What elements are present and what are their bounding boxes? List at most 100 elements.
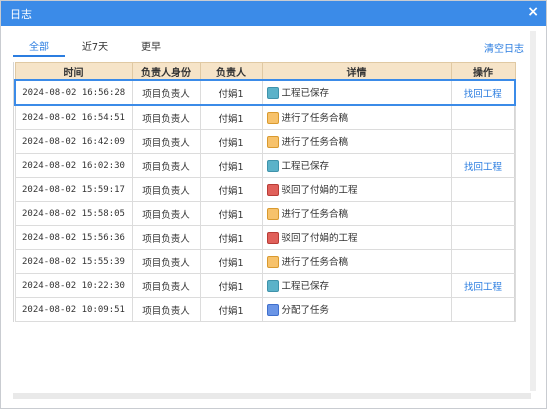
cell-person: 付娟1 (199, 129, 263, 154)
cell-role: 项目负责人 (131, 104, 201, 130)
detail-text: 进行了任务合稿 (281, 137, 349, 149)
save-icon (266, 159, 279, 172)
vertical-scrollbar[interactable] (530, 31, 536, 391)
column-header-detail: 详情 (261, 62, 452, 81)
detail-text: 工程已保存 (281, 281, 330, 293)
cell-role: 项目负责人 (131, 273, 201, 298)
table-row[interactable]: 2024-08-02 16:42:09 项目负责人 付娟1 进行了任务合稿 (14, 129, 516, 154)
cell-action (450, 297, 516, 322)
detail-text: 驳回了付娟的工程 (281, 233, 358, 245)
cell-person: 付娟1 (199, 153, 263, 178)
column-header-time: 时间 (14, 62, 133, 81)
cell-detail: 分配了任务 (261, 297, 452, 322)
cell-role: 项目负责人 (131, 129, 201, 154)
cell-detail: 驳回了付娟的工程 (261, 225, 452, 250)
detail-text: 进行了任务合稿 (281, 113, 349, 125)
cell-person: 付娟1 (199, 104, 263, 130)
cell-detail: 进行了任务合稿 (261, 249, 452, 274)
cell-time: 2024-08-02 15:55:39 (14, 249, 133, 274)
tab-label: 近7天 (81, 42, 109, 53)
cell-person: 付娟1 (199, 273, 263, 298)
cell-action: 找回工程 (450, 79, 516, 106)
log-table-container: 时间 负责人身份 负责人 详情 操作 2024-08-02 16:56:28 项目… (13, 62, 516, 322)
cell-time: 2024-08-02 10:09:51 (14, 297, 133, 322)
table-row[interactable]: 2024-08-02 16:56:28 项目负责人 付娟1 工程已保存 找回工程 (14, 79, 516, 106)
table-row[interactable]: 2024-08-02 15:59:17 项目负责人 付娟1 驳回了付娟的工程 (14, 177, 516, 202)
cell-action (450, 225, 516, 250)
cell-role: 项目负责人 (131, 153, 201, 178)
tab-label: 更早 (141, 42, 161, 53)
cell-action (450, 177, 516, 202)
cell-person: 付娟1 (199, 225, 263, 250)
cell-person: 付娟1 (199, 201, 263, 226)
detail-text: 分配了任务 (281, 305, 330, 317)
cell-action: 找回工程 (450, 273, 516, 298)
cell-role: 项目负责人 (131, 225, 201, 250)
table-header-row: 时间 负责人身份 负责人 详情 操作 (14, 62, 516, 81)
cell-time: 2024-08-02 15:59:17 (14, 177, 133, 202)
cell-action (450, 129, 516, 154)
cell-action: 找回工程 (450, 153, 516, 178)
reject-icon (266, 231, 279, 244)
detail-text: 驳回了付娟的工程 (281, 185, 358, 197)
dialog-title: 日志 (10, 8, 32, 21)
cell-detail: 进行了任务合稿 (261, 129, 452, 154)
table-row[interactable]: 2024-08-02 15:55:39 项目负责人 付娟1 进行了任务合稿 (14, 249, 516, 274)
table-row[interactable]: 2024-08-02 16:54:51 项目负责人 付娟1 进行了任务合稿 (14, 104, 516, 130)
tab-earlier[interactable]: 更早 (125, 38, 177, 53)
cell-role: 项目负责人 (131, 177, 201, 202)
recover-project-link[interactable]: 找回工程 (464, 282, 502, 293)
detail-text: 进行了任务合稿 (281, 257, 349, 269)
commit-icon (266, 255, 279, 268)
dialog-titlebar: 日志 × (1, 1, 546, 26)
table-row[interactable]: 2024-08-02 10:22:30 项目负责人 付娟1 工程已保存 找回工程 (14, 273, 516, 298)
cell-time: 2024-08-02 15:56:36 (14, 225, 133, 250)
cell-role: 项目负责人 (131, 79, 201, 106)
cell-role: 项目负责人 (131, 249, 201, 274)
horizontal-scrollbar[interactable] (13, 393, 531, 399)
log-dialog: 日志 × 全部 近7天 更早 清空日志 时间 负责人身份 负责人 详情 操作 2… (0, 0, 547, 409)
cell-person: 付娟1 (199, 177, 263, 202)
log-table-body: 2024-08-02 16:56:28 项目负责人 付娟1 工程已保存 找回工程 2024… (14, 79, 516, 322)
empty-area (13, 323, 513, 391)
cell-detail: 工程已保存 (261, 273, 452, 298)
detail-text: 工程已保存 (281, 161, 330, 173)
tab-all[interactable]: 全部 (13, 38, 65, 53)
cell-action (450, 201, 516, 226)
commit-icon (266, 111, 279, 124)
cell-time: 2024-08-02 15:58:05 (14, 201, 133, 226)
column-header-person: 负责人 (199, 62, 263, 81)
table-row[interactable]: 2024-08-02 16:02:30 项目负责人 付娟1 工程已保存 找回工程 (14, 153, 516, 178)
detail-text: 进行了任务合稿 (281, 209, 349, 221)
close-icon[interactable]: × (527, 4, 539, 20)
cell-time: 2024-08-02 10:22:30 (14, 273, 133, 298)
cell-time: 2024-08-02 16:54:51 (14, 104, 133, 130)
cell-person: 付娟1 (199, 297, 263, 322)
recover-project-link[interactable]: 找回工程 (464, 89, 502, 100)
cell-detail: 进行了任务合稿 (261, 201, 452, 226)
detail-text: 工程已保存 (281, 88, 330, 100)
clear-log-link[interactable]: 清空日志 (484, 40, 524, 55)
save-icon (266, 86, 279, 99)
tab-last-7-days[interactable]: 近7天 (69, 38, 121, 53)
recover-project-link[interactable]: 找回工程 (464, 162, 502, 173)
commit-icon (266, 207, 279, 220)
cell-person: 付娟1 (199, 249, 263, 274)
active-tab-indicator (13, 55, 65, 57)
table-row[interactable]: 2024-08-02 10:09:51 项目负责人 付娟1 分配了任务 (14, 297, 516, 322)
cell-person: 付娟1 (199, 79, 263, 106)
column-header-action: 操作 (450, 62, 516, 81)
table-row[interactable]: 2024-08-02 15:58:05 项目负责人 付娟1 进行了任务合稿 (14, 201, 516, 226)
log-table: 时间 负责人身份 负责人 详情 操作 2024-08-02 16:56:28 项目… (14, 62, 516, 322)
cell-time: 2024-08-02 16:42:09 (14, 129, 133, 154)
cell-detail: 驳回了付娟的工程 (261, 177, 452, 202)
tab-label: 全部 (29, 42, 49, 53)
cell-detail: 工程已保存 (261, 79, 452, 106)
cell-action (450, 249, 516, 274)
reject-icon (266, 183, 279, 196)
commit-icon (266, 135, 279, 148)
cell-detail: 工程已保存 (261, 153, 452, 178)
table-row[interactable]: 2024-08-02 15:56:36 项目负责人 付娟1 驳回了付娟的工程 (14, 225, 516, 250)
assign-icon (266, 303, 279, 316)
save-icon (266, 279, 279, 292)
